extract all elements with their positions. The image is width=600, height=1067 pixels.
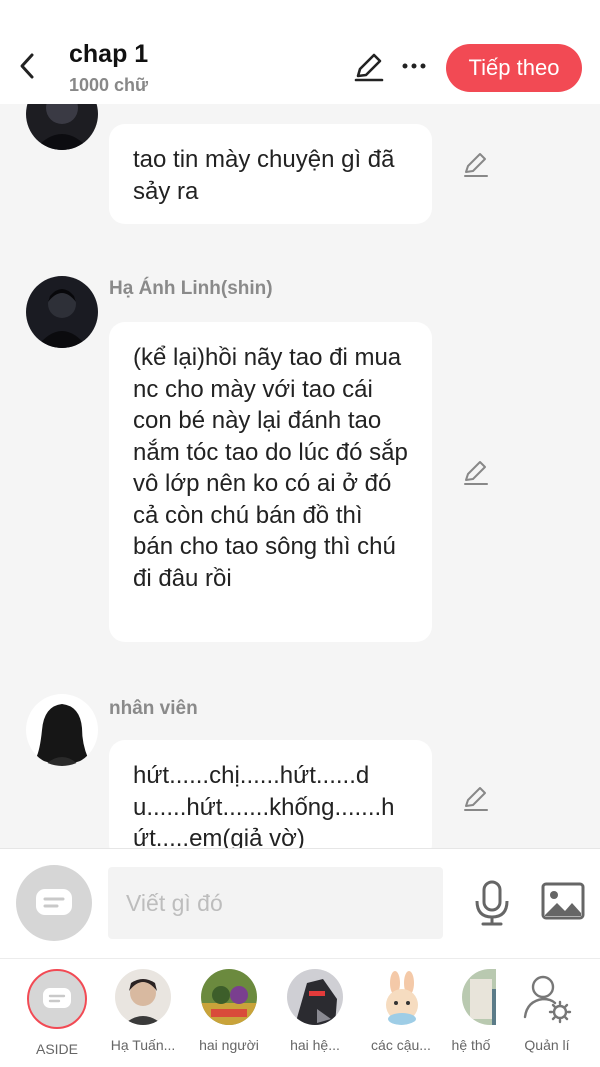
aside-avatar [27,969,87,1029]
pencil-icon [464,153,488,177]
message-text: hứt......chị......hứt......du......hứt..… [133,762,395,848]
user-settings-icon [523,975,572,1024]
character-item[interactable]: các cậu... [358,969,444,1053]
character-avatar [115,969,171,1025]
character-avatar [201,969,257,1025]
avatar[interactable] [26,104,98,150]
more-dots-icon [402,63,426,69]
microphone-icon [475,880,509,926]
insert-image-button[interactable] [540,881,586,923]
next-button[interactable]: Tiếp theo [446,44,582,92]
character-name: Hạ Tuấn... [110,1037,176,1053]
manage-avatar [519,969,575,1025]
manage-characters-button[interactable]: Quản lí [504,969,590,1053]
edit-chapter-button[interactable] [352,50,386,84]
header-bar: chap 1 1000 chữ Tiếp theo [0,0,600,104]
chevron-left-icon [20,53,34,79]
word-count: 1000 chữ [69,75,149,95]
character-avatar [462,969,496,1025]
aside-toggle-button[interactable] [16,865,92,941]
character-selector-bar: ASIDE Hạ Tuấn... hai người hai hệ... các… [0,958,600,1067]
image-icon [541,882,585,920]
sender-name: nhân viên [109,698,198,719]
edit-message-button[interactable] [461,150,491,180]
character-name: hệ thố [451,1037,491,1053]
message-bubble[interactable]: (kể lại)hồi nãy tao đi mua nc cho mày vớ… [109,322,432,642]
voice-input-button[interactable] [470,879,514,927]
character-item[interactable]: hệ thố [446,969,496,1053]
message-text: tao tin mày chuyện gì đã sảy ra [133,146,395,205]
edit-message-button[interactable] [461,784,491,814]
character-name: Quản lí [524,1037,570,1053]
message-input[interactable] [108,867,443,939]
character-name: hai hệ... [290,1037,340,1053]
character-name: hai người [199,1037,259,1053]
pencil-icon [464,461,488,485]
character-name: ASIDE [35,1041,78,1057]
message-text: (kể lại)hồi nãy tao đi mua nc cho mày vớ… [133,344,408,592]
character-item[interactable]: hai hệ... [272,969,358,1053]
edit-message-button[interactable] [461,458,491,488]
character-avatar [373,969,429,1025]
chat-area[interactable]: tao tin mày chuyện gì đã sảy ra Hạ Ánh L… [0,104,600,848]
character-item-aside[interactable]: ASIDE [14,969,100,1057]
chat-bubble-icon [36,889,72,915]
message-bubble[interactable]: tao tin mày chuyện gì đã sảy ra [109,124,432,224]
character-name: các cậu... [371,1037,431,1053]
more-options-button[interactable] [398,50,430,82]
chapter-title: chap 1 [69,40,149,68]
character-avatar [287,969,343,1025]
compose-bar [0,848,600,958]
message-bubble[interactable]: hứt......chị......hứt......du......hứt..… [109,740,432,848]
pencil-icon [464,787,488,811]
character-item[interactable]: Hạ Tuấn... [100,969,186,1053]
avatar[interactable] [26,694,98,766]
sender-name: Hạ Ánh Linh(shin) [109,278,273,299]
character-item[interactable]: hai người [186,969,272,1053]
back-button[interactable] [12,48,42,84]
chat-bubble-icon [43,988,71,1008]
avatar[interactable] [26,276,98,348]
pencil-icon [354,53,384,82]
